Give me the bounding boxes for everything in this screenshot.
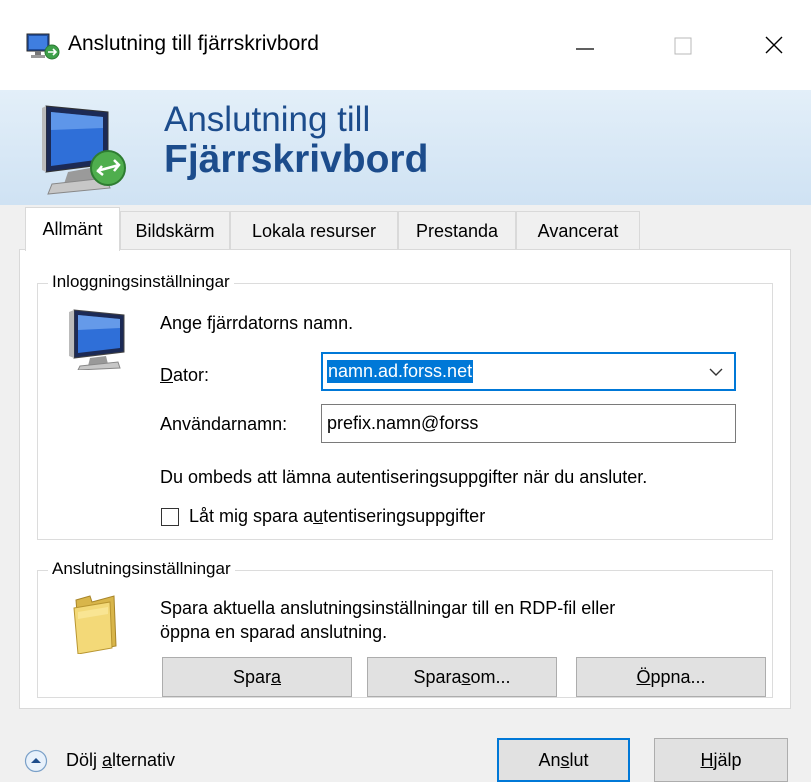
save-button[interactable]: Spar a bbox=[162, 657, 352, 697]
open-button[interactable]: Öppna... bbox=[576, 657, 766, 697]
username-label: Användarnamn: bbox=[160, 414, 288, 434]
save-credentials-checkbox[interactable] bbox=[161, 508, 179, 526]
username-value: prefix.namn@forss bbox=[327, 413, 479, 433]
banner-title-line2: Fjärrskrivbord bbox=[164, 138, 429, 181]
computer-prompt: Ange fjärrdatorns namn. bbox=[160, 313, 354, 333]
computer-label: Dator: bbox=[160, 365, 210, 385]
computer-value: namn.ad.forss.net bbox=[327, 360, 474, 383]
folder-icon bbox=[70, 592, 124, 655]
hide-options-icon[interactable] bbox=[24, 749, 48, 773]
computer-combobox[interactable]: namn.ad.forss.net bbox=[321, 352, 736, 391]
connect-button[interactable]: An s lut bbox=[497, 738, 630, 782]
window-title: Anslutning till fjärrskrivbord bbox=[68, 32, 319, 55]
connection-settings-legend: Anslutningsinställningar bbox=[48, 559, 235, 579]
tab-allmant[interactable]: Allmänt bbox=[25, 207, 120, 251]
maximize-button[interactable] bbox=[648, 22, 718, 68]
maximize-icon bbox=[674, 37, 692, 55]
username-input[interactable]: prefix.namn@forss bbox=[321, 404, 736, 443]
connection-desc-line1: Spara aktuella anslutningsinställningar … bbox=[160, 598, 616, 618]
save-credentials-label[interactable]: Låt mig spara autentiseringsuppgifter bbox=[189, 506, 485, 527]
remote-desktop-monitor-icon bbox=[38, 98, 148, 198]
close-button[interactable] bbox=[739, 22, 809, 68]
remote-desktop-app-icon bbox=[26, 32, 60, 60]
computer-icon bbox=[66, 304, 136, 371]
tab-bildskarm[interactable]: Bildskärm bbox=[120, 211, 230, 250]
help-button[interactable]: Hjälp bbox=[654, 738, 788, 782]
connection-desc-line2: öppna en sparad anslutning. bbox=[160, 622, 388, 642]
close-icon bbox=[765, 36, 783, 54]
banner-title-line1: Anslutning till bbox=[164, 100, 371, 139]
hide-options-link[interactable]: Dölj alternativ bbox=[66, 750, 175, 771]
chevron-down-icon[interactable] bbox=[708, 364, 724, 380]
login-settings-legend: Inloggningsinställningar bbox=[48, 272, 234, 292]
tab-avancerat[interactable]: Avancerat bbox=[516, 211, 640, 250]
tab-lokala-resurser[interactable]: Lokala resurser bbox=[230, 211, 398, 250]
minimize-button[interactable] bbox=[550, 22, 620, 68]
minimize-icon bbox=[576, 48, 594, 50]
credentials-info: Du ombeds att lämna autentiseringsuppgif… bbox=[160, 467, 648, 487]
save-as-button[interactable]: Spara s om... bbox=[367, 657, 557, 697]
tab-prestanda[interactable]: Prestanda bbox=[398, 211, 516, 250]
